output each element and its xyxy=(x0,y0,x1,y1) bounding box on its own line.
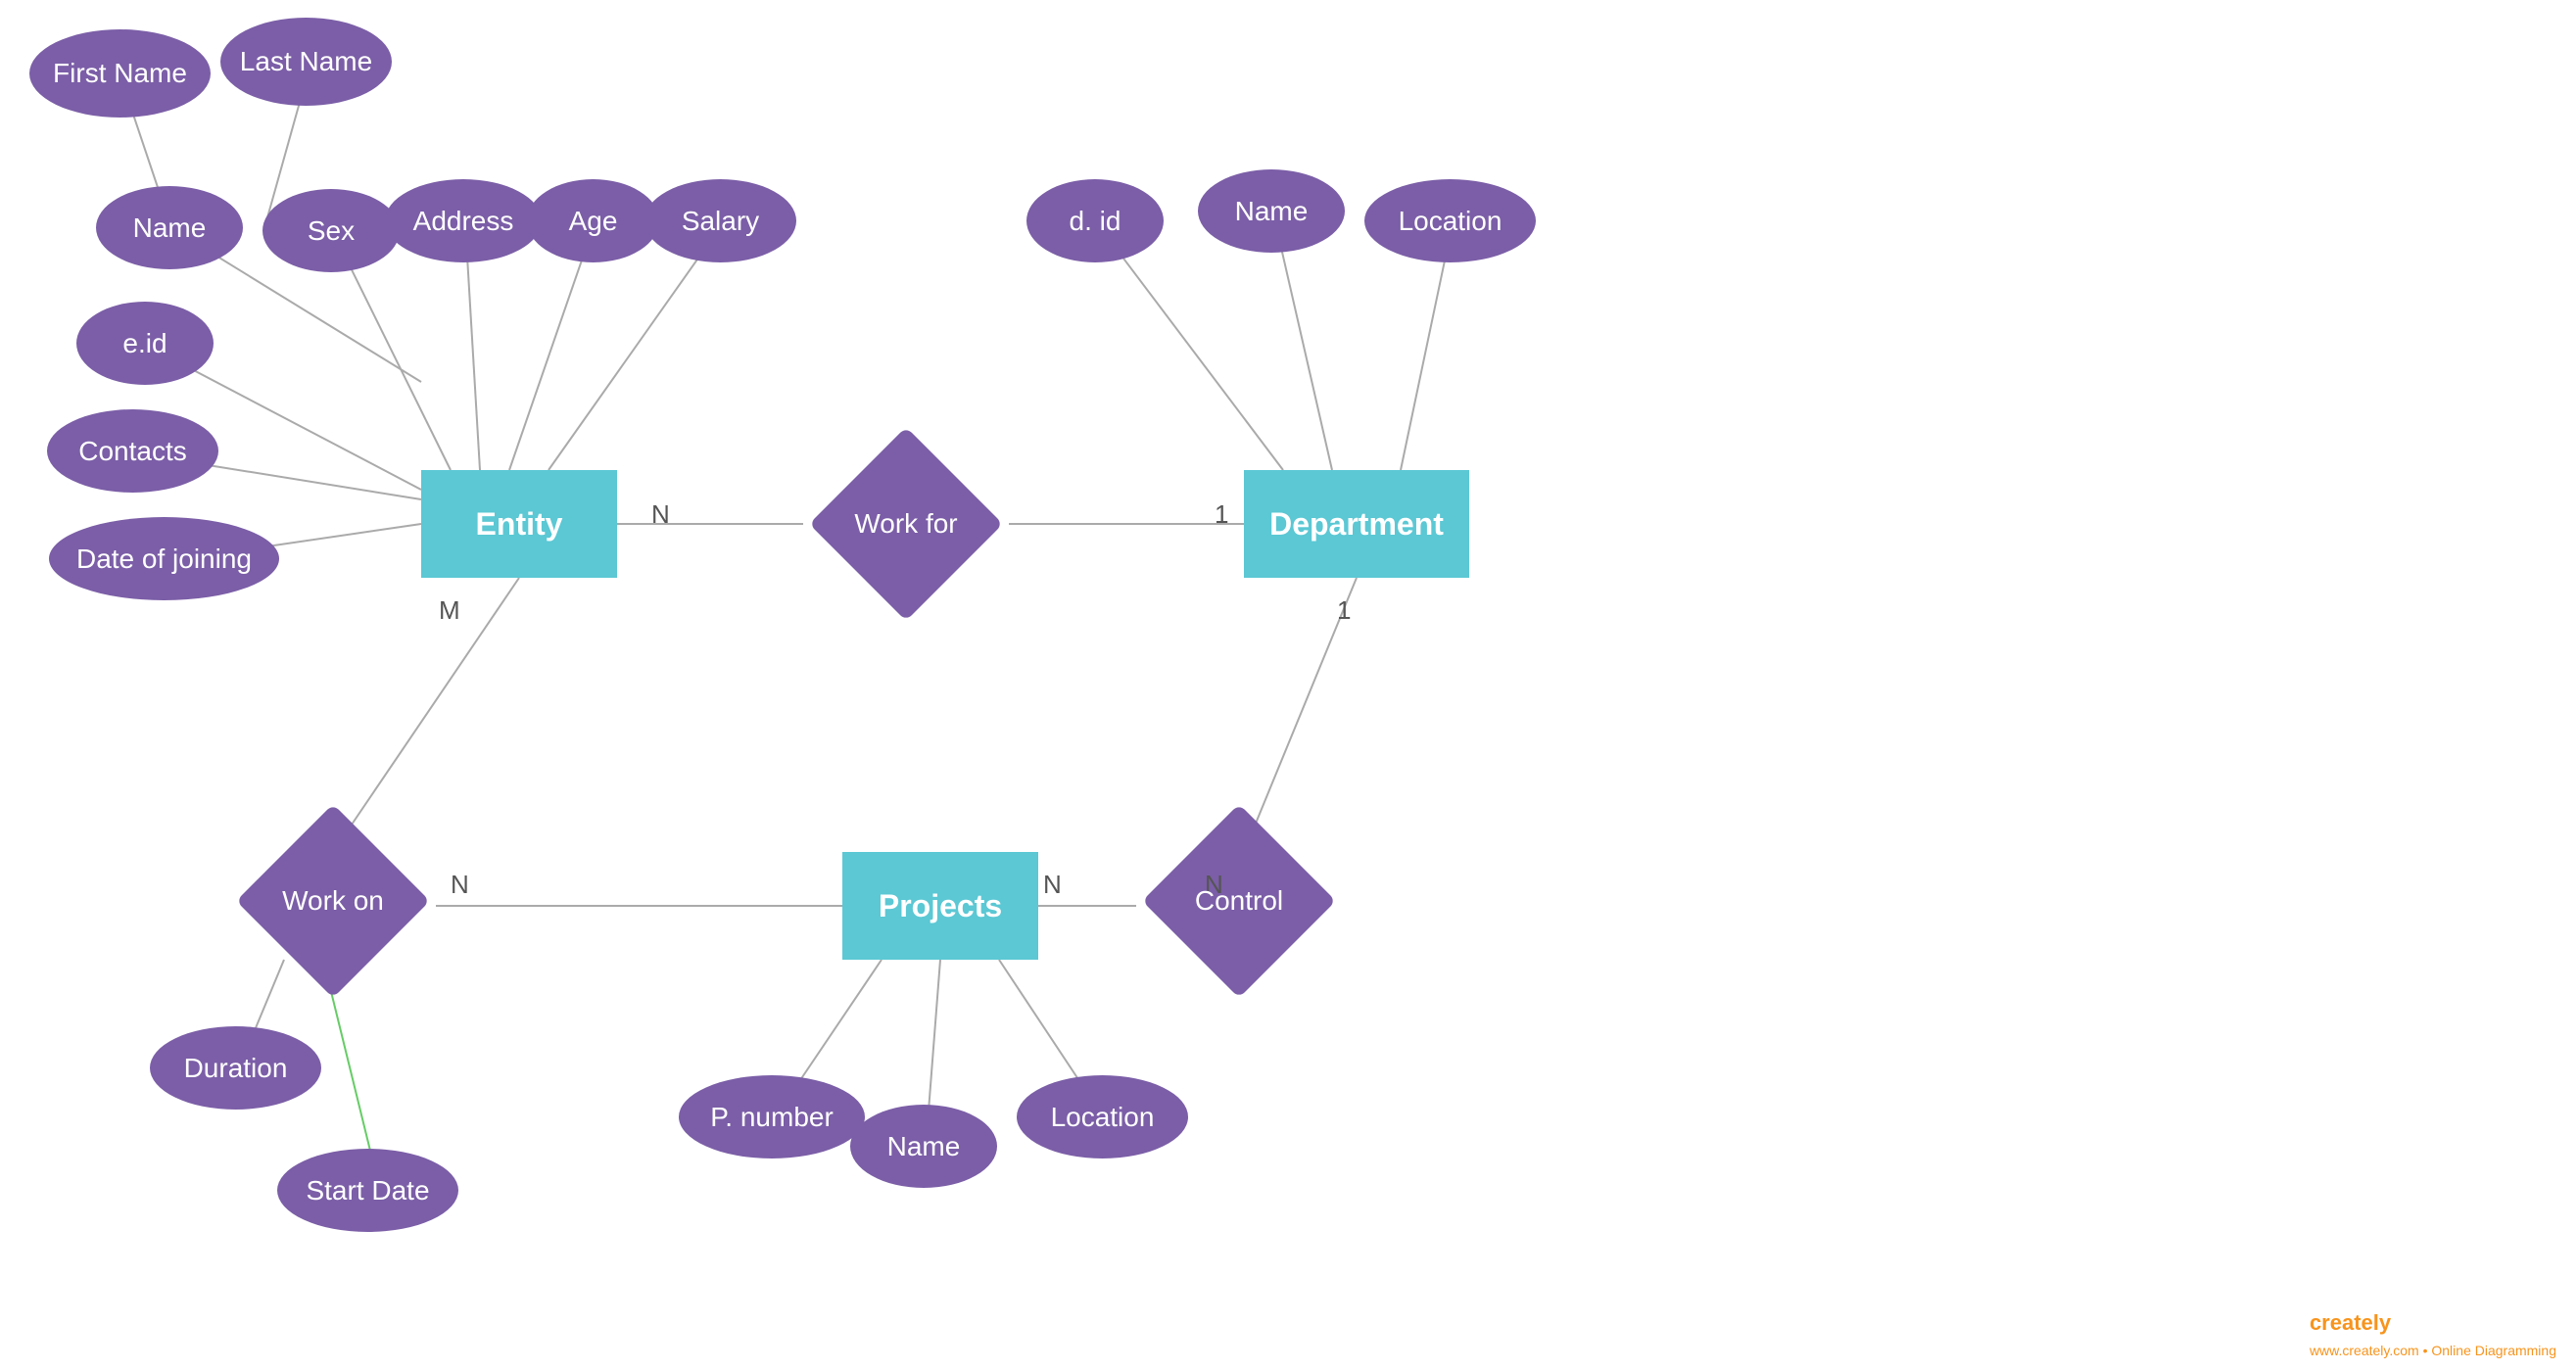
workon-label: Work on xyxy=(282,885,384,917)
workfor-label: Work for xyxy=(854,508,957,540)
department-box: Department xyxy=(1244,470,1469,578)
name-dept-ellipse: Name xyxy=(1198,169,1345,253)
firstname-ellipse: First Name xyxy=(29,29,211,118)
cardinality-n-workfor-left: N xyxy=(651,499,670,530)
entity-label: Entity xyxy=(476,506,563,543)
name-proj-ellipse: Name xyxy=(850,1105,997,1188)
lastname-ellipse: Last Name xyxy=(220,18,392,106)
duration-ellipse: Duration xyxy=(150,1026,321,1110)
sex-ellipse: Sex xyxy=(262,189,400,272)
location-dept-ellipse: Location xyxy=(1364,179,1536,262)
contacts-ellipse: Contacts xyxy=(47,409,218,493)
cardinality-1-workfor-right: 1 xyxy=(1215,499,1228,530)
creately-brand: creately xyxy=(2310,1310,2391,1335)
address-ellipse: Address xyxy=(385,179,542,262)
control-label: Control xyxy=(1195,885,1283,917)
age-ellipse: Age xyxy=(527,179,659,262)
name-emp-ellipse: Name xyxy=(96,186,243,269)
startdate-ellipse: Start Date xyxy=(277,1149,458,1232)
doj-ellipse: Date of joining xyxy=(49,517,279,600)
cardinality-n-projects-right: N xyxy=(1043,870,1062,900)
salary-ellipse: Salary xyxy=(644,179,796,262)
projects-label: Projects xyxy=(879,888,1002,924)
workfor-diamond: Work for xyxy=(803,470,1009,578)
location-proj-ellipse: Location xyxy=(1017,1075,1188,1158)
control-diamond: Control xyxy=(1136,847,1342,955)
workon-diamond: Work on xyxy=(230,847,436,955)
eid-ellipse: e.id xyxy=(76,302,214,385)
creately-logo: creately www.creately.com • Online Diagr… xyxy=(2310,1310,2556,1361)
department-label: Department xyxy=(1269,506,1444,543)
cardinality-1-dept-bottom: 1 xyxy=(1337,595,1351,626)
projects-box: Projects xyxy=(842,852,1038,960)
cardinality-m-entity-bottom: M xyxy=(439,595,460,626)
pnumber-ellipse: P. number xyxy=(679,1075,865,1158)
entity-box: Entity xyxy=(421,470,617,578)
creately-tagline: www.creately.com • Online Diagramming xyxy=(2310,1343,2556,1358)
cardinality-n-workon-right: N xyxy=(451,870,469,900)
did-ellipse: d. id xyxy=(1026,179,1164,262)
